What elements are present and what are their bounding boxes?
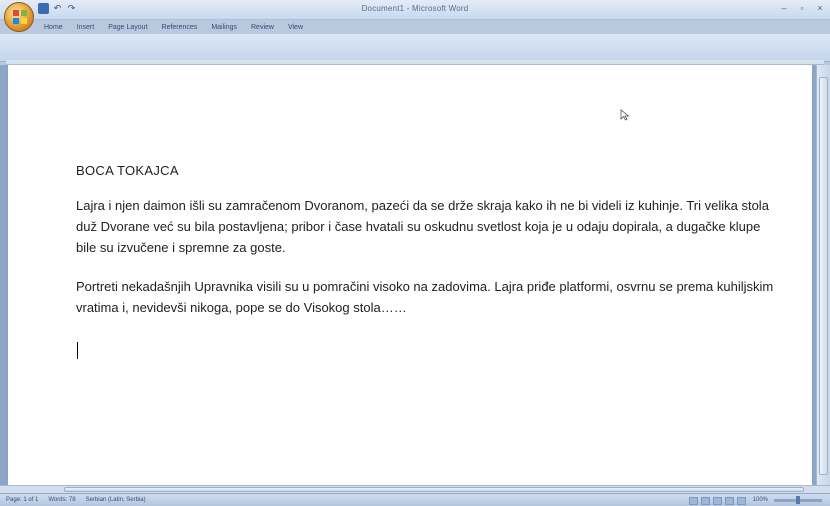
draft-view-icon[interactable] xyxy=(736,496,746,505)
tab-review[interactable]: Review xyxy=(251,21,274,34)
paragraph: Portreti nekadašnjih Upravnika visili su… xyxy=(76,279,774,315)
mouse-pointer-icon xyxy=(620,109,630,121)
word-count[interactable]: Words: 78 xyxy=(48,496,75,505)
tab-home[interactable]: Home xyxy=(44,21,63,34)
text-cursor xyxy=(77,342,78,359)
office-logo-icon xyxy=(13,10,27,24)
document-area: BOCA TOKAJCA Lajra i njen daimon išli su… xyxy=(0,65,816,485)
close-button[interactable]: × xyxy=(814,3,826,13)
paragraph: Lajra i njen daimon išli su zamračenom D… xyxy=(76,198,769,255)
tab-references[interactable]: References xyxy=(162,21,198,34)
ribbon-tabs: Home Insert Page Layout References Maili… xyxy=(44,21,303,34)
minimize-button[interactable]: – xyxy=(778,3,790,13)
office-button[interactable] xyxy=(4,2,34,32)
maximize-button[interactable]: ▫ xyxy=(796,3,808,13)
ribbon-panel xyxy=(0,34,830,62)
window-controls: – ▫ × xyxy=(778,3,826,13)
status-info: Page: 1 of 1 Words: 78 Serbian (Latin, S… xyxy=(6,496,146,505)
document-heading: BOCA TOKAJCA xyxy=(76,163,179,178)
zoom-slider-thumb[interactable] xyxy=(796,496,800,504)
page-count[interactable]: Page: 1 of 1 xyxy=(6,496,38,505)
horizontal-scroll-thumb[interactable] xyxy=(64,487,804,492)
zoom-level[interactable]: 100% xyxy=(753,496,768,505)
status-bar: Page: 1 of 1 Words: 78 Serbian (Latin, S… xyxy=(0,493,830,506)
outline-view-icon[interactable] xyxy=(724,496,734,505)
view-controls: 100% xyxy=(688,496,822,505)
tab-insert[interactable]: Insert xyxy=(77,21,95,34)
title-bar: ↶ ↷ Document1 - Microsoft Word – ▫ × xyxy=(0,0,830,20)
word-window: ↶ ↷ Document1 - Microsoft Word – ▫ × Hom… xyxy=(0,0,830,506)
full-screen-view-icon[interactable] xyxy=(700,496,710,505)
horizontal-scrollbar[interactable] xyxy=(0,485,830,493)
document-page[interactable]: BOCA TOKAJCA Lajra i njen daimon išli su… xyxy=(7,65,813,485)
vertical-scroll-thumb[interactable] xyxy=(819,77,828,475)
tab-page-layout[interactable]: Page Layout xyxy=(108,21,147,34)
tab-mailings[interactable]: Mailings xyxy=(211,21,237,34)
tab-view[interactable]: View xyxy=(288,21,303,34)
window-title: Document1 - Microsoft Word xyxy=(361,4,469,13)
zoom-slider[interactable] xyxy=(774,496,822,504)
web-layout-view-icon[interactable] xyxy=(712,496,722,505)
vertical-scrollbar[interactable] xyxy=(816,65,830,485)
print-layout-view-icon[interactable] xyxy=(688,496,698,505)
language-indicator[interactable]: Serbian (Latin, Serbia) xyxy=(86,496,146,505)
